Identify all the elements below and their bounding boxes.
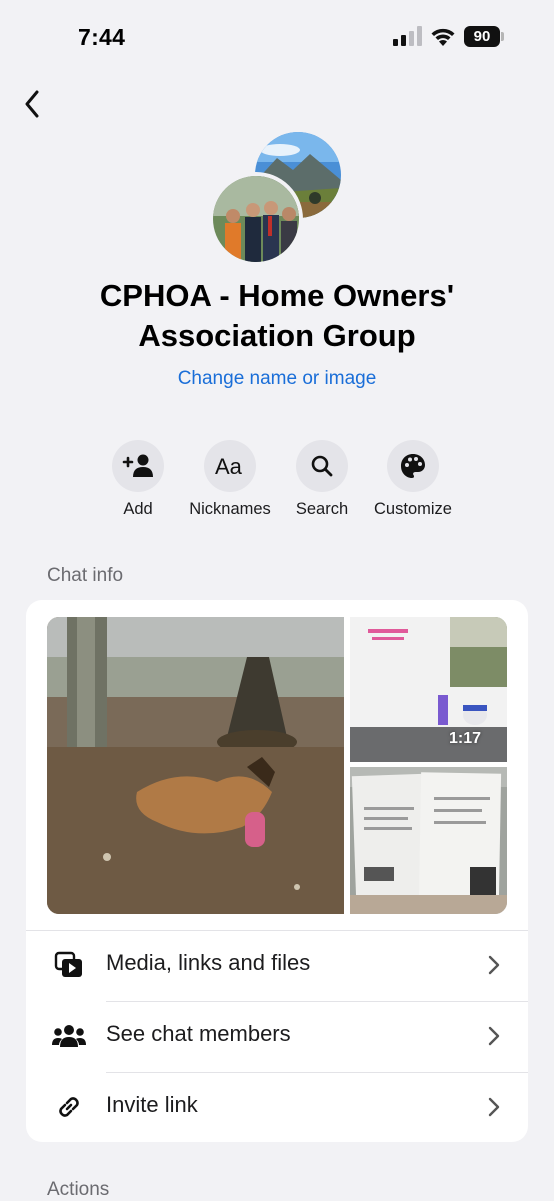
media-thumbnail-dog-photo[interactable]	[47, 617, 344, 914]
customize-button[interactable]: Customize	[358, 440, 468, 519]
status-bar: 7:44 90	[0, 0, 554, 76]
chevron-right-icon	[488, 1026, 500, 1046]
link-icon-wrap	[52, 1093, 86, 1121]
media-icon	[54, 951, 82, 977]
status-time: 7:44	[78, 24, 126, 50]
change-name-image-link[interactable]: Change name or image	[0, 368, 554, 390]
see-chat-members-row[interactable]: See chat members	[26, 1001, 528, 1071]
add-button-circle	[112, 440, 164, 492]
chevron-left-icon	[25, 90, 39, 118]
battery-tip	[501, 32, 504, 41]
group-avatar[interactable]	[209, 132, 343, 266]
chevron-right-icon	[488, 1097, 500, 1117]
avatar-people-photo	[209, 172, 303, 266]
link-icon	[59, 1097, 79, 1117]
members-icon	[52, 1025, 86, 1047]
group-title: CPHOA - Home Owners' Association Group	[99, 278, 455, 353]
video-duration: 1:17	[448, 730, 481, 747]
members-icon-wrap	[52, 1022, 86, 1050]
row-divider	[106, 1001, 528, 1002]
media-icon-wrap	[52, 951, 86, 979]
nicknames-button-circle: Aa	[204, 440, 256, 492]
media-thumbnail-documents[interactable]	[350, 767, 507, 914]
add-person-icon	[122, 454, 153, 477]
search-button-circle	[296, 440, 348, 492]
see-chat-members-label: See chat members	[106, 1021, 291, 1046]
media-preview-grid: 1:17	[47, 617, 507, 914]
battery-indicator: 90	[464, 26, 500, 47]
media-links-files-label: Media, links and files	[106, 950, 311, 975]
customize-label: Customize	[374, 500, 452, 518]
wifi-icon	[431, 28, 455, 46]
chat-info-heading: Chat info	[47, 565, 124, 586]
actions-heading: Actions	[47, 1179, 110, 1200]
row-divider	[26, 930, 528, 931]
back-button[interactable]	[14, 86, 50, 122]
invite-link-label: Invite link	[106, 1092, 198, 1117]
chevron-right-icon	[488, 955, 500, 975]
search-icon	[311, 455, 333, 477]
text-aa-icon: Aa	[215, 454, 243, 479]
media-links-files-row[interactable]: Media, links and files	[26, 930, 528, 1000]
chat-info-card: 1:17 Media, links and files See chat mem…	[26, 600, 528, 1142]
row-divider	[106, 1072, 528, 1073]
svg-text:Aa: Aa	[215, 454, 243, 479]
customize-button-circle	[387, 440, 439, 492]
media-thumbnail-video[interactable]: 1:17	[350, 617, 507, 762]
invite-link-row[interactable]: Invite link	[26, 1072, 528, 1142]
cellular-signal-icon	[393, 26, 422, 46]
palette-icon	[401, 454, 425, 478]
